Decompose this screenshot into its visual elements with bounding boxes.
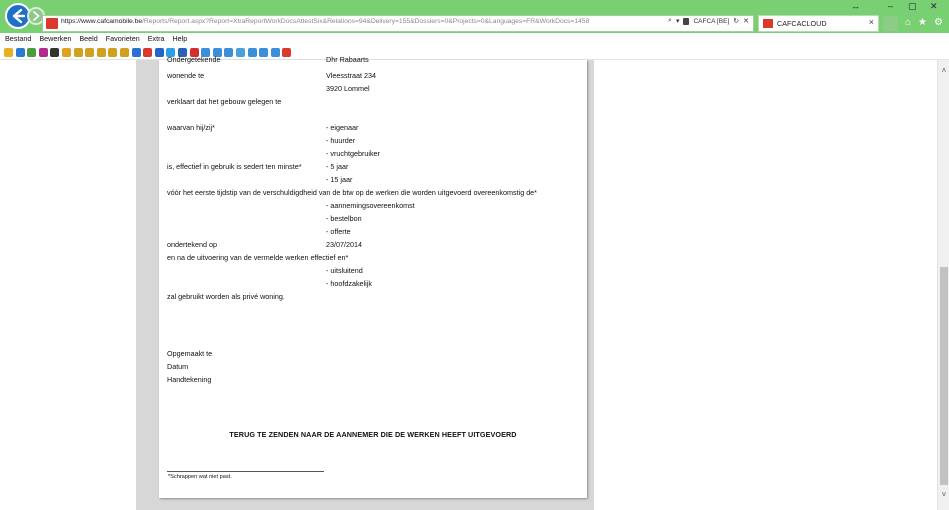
address-tools: ⌕ ▾ CAFCA [BE] ↻ ✕	[668, 17, 749, 25]
scroll-down-icon[interactable]: ˅	[938, 490, 949, 500]
resize-icon[interactable]: ↔	[851, 1, 860, 11]
address-line-1: Vleesstraat 234	[326, 71, 376, 80]
menu-beeld[interactable]: Beeld	[79, 33, 97, 45]
handtekening-label: Handtekening	[167, 375, 212, 384]
tab-cafcacloud[interactable]: CAFCACLOUD ×	[758, 15, 879, 32]
favorite-shortcut-icon[interactable]	[247, 48, 257, 57]
dropdown-icon[interactable]: ▾	[676, 17, 680, 25]
address-line-2: 3920 Lommel	[326, 84, 370, 93]
menu-extra[interactable]: Extra	[148, 33, 165, 45]
url-text[interactable]: https://www.cafcamobile.be/Reports/Repor…	[61, 18, 661, 25]
option-bestelbon: - bestelbon	[326, 214, 362, 223]
browser-right-tools: ⌂ ★ ⚙	[905, 17, 943, 28]
menu-bestand[interactable]: Bestand	[5, 33, 31, 45]
favorite-shortcut-icon[interactable]	[108, 48, 118, 57]
ondertekend-label: ondertekend op	[167, 240, 217, 249]
return-instruction-title: TERUG TE ZENDEN NAAR DE AANNEMER DIE DE …	[229, 430, 517, 439]
favorite-shortcut-icon[interactable]	[259, 48, 269, 57]
arrow-left-icon	[12, 8, 26, 24]
lock-icon[interactable]	[683, 17, 690, 25]
new-tab-button[interactable]	[883, 16, 898, 31]
page-content: Ondergetekende Dhr Rabaarts wonende te V…	[0, 55, 937, 510]
favorite-shortcut-icon[interactable]	[62, 48, 71, 57]
ondertekend-date: 23/07/2014	[326, 240, 362, 249]
favorite-shortcut-icon[interactable]	[282, 48, 292, 57]
favorite-shortcut-icon[interactable]	[85, 48, 95, 57]
url-host: https://www.cafcamobile.be	[61, 18, 143, 25]
scroll-up-icon[interactable]: ˄	[938, 66, 949, 76]
favorite-shortcut-icon[interactable]	[38, 48, 48, 57]
scrollbar-thumb[interactable]	[940, 267, 948, 485]
favorite-shortcut-icon[interactable]	[154, 48, 164, 57]
minimize-button[interactable]: –	[888, 1, 893, 11]
zal-gebruikt-text: zal gebruikt worden als privé woning.	[167, 292, 285, 301]
stop-icon[interactable]: ✕	[743, 17, 749, 25]
menu-bewerken[interactable]: Bewerken	[39, 33, 71, 45]
url-path: /Reports/Report.aspx?Report=XtraReportWo…	[142, 18, 590, 25]
refresh-icon[interactable]: ↻	[733, 17, 739, 25]
close-window-button[interactable]: ✕	[930, 1, 938, 12]
wonende-label: wonende te	[167, 71, 205, 80]
option-hoofdzakelijk: - hoofdzakelijk	[326, 279, 372, 288]
favorite-shortcut-icon[interactable]	[131, 48, 141, 57]
footnote-text: *Schrappen wat niet past.	[168, 474, 232, 480]
option-uitsluitend: - uitsluitend	[326, 266, 363, 275]
en-na-text: en na de uitvoering van de vermelde werk…	[167, 253, 349, 262]
footnote-divider	[167, 471, 324, 472]
option-vruchtgebruiker: - vruchtgebruiker	[326, 149, 380, 158]
menu-bar: Bestand Bewerken Beeld Favorieten Extra …	[0, 33, 949, 45]
favorite-shortcut-icon[interactable]	[270, 48, 280, 57]
option-offerte: - offerte	[326, 227, 351, 236]
certificate-label[interactable]: CAFCA [BE]	[693, 18, 729, 25]
favorite-shortcut-icon[interactable]	[73, 48, 83, 57]
favorite-shortcut-icon[interactable]	[224, 48, 234, 57]
tab-label: CAFCACLOUD	[777, 19, 827, 28]
home-icon[interactable]: ⌂	[905, 17, 911, 28]
favorite-shortcut-icon[interactable]	[143, 48, 153, 57]
maximize-button[interactable]: ▢	[908, 1, 917, 12]
cafca-site-icon	[46, 18, 58, 29]
option-15-jaar: - 15 jaar	[326, 175, 353, 184]
star-icon[interactable]: ★	[918, 17, 927, 28]
favorite-shortcut-icon[interactable]	[236, 48, 245, 57]
option-huurder: - huurder	[326, 136, 356, 145]
menu-favorieten[interactable]: Favorieten	[106, 33, 140, 45]
search-icon[interactable]: ⌕	[668, 17, 672, 25]
option-aannemingsovereenkomst: - aannemingsovereenkomst	[326, 201, 415, 210]
favorite-shortcut-icon[interactable]	[96, 48, 106, 57]
tab-close-icon[interactable]: ×	[869, 17, 874, 27]
favorites-bar	[0, 45, 949, 60]
arrow-right-icon	[33, 11, 40, 21]
undersigned-value: Dhr Rabaarts	[326, 55, 369, 64]
voor-het-text: vóór het eerste tijdstip van de verschul…	[167, 188, 537, 197]
favorite-shortcut-icon[interactable]	[4, 48, 13, 57]
address-bar[interactable]: https://www.cafcamobile.be/Reports/Repor…	[42, 15, 754, 32]
datum-label: Datum	[167, 362, 189, 371]
report-page: Ondergetekende Dhr Rabaarts wonende te V…	[159, 55, 587, 498]
option-eigenaar: - eigenaar	[326, 123, 359, 132]
browser-titlebar: https://www.cafcamobile.be/Reports/Repor…	[0, 0, 949, 33]
gebruik-label: is, effectief in gebruik is sedert ten m…	[167, 162, 302, 171]
option-5-jaar: - 5 jaar	[326, 162, 349, 171]
verklaart-text: verklaart dat het gebouw gelegen te	[167, 97, 282, 106]
favorite-shortcut-icon[interactable]	[15, 48, 25, 57]
favorite-shortcut-icon[interactable]	[27, 48, 37, 57]
undersigned-label: Ondergetekende	[167, 55, 221, 64]
favorite-shortcut-icon[interactable]	[120, 48, 129, 57]
waarvan-label: waarvan hij/zij*	[167, 123, 215, 132]
cafca-tab-icon	[763, 19, 773, 28]
favorite-shortcut-icon[interactable]	[50, 48, 60, 57]
menu-help[interactable]: Help	[172, 33, 187, 45]
opgemaakt-label: Opgemaakt te	[167, 349, 213, 358]
vertical-scrollbar[interactable]: ˄ ˅	[937, 60, 949, 510]
gear-icon[interactable]: ⚙	[934, 17, 943, 28]
